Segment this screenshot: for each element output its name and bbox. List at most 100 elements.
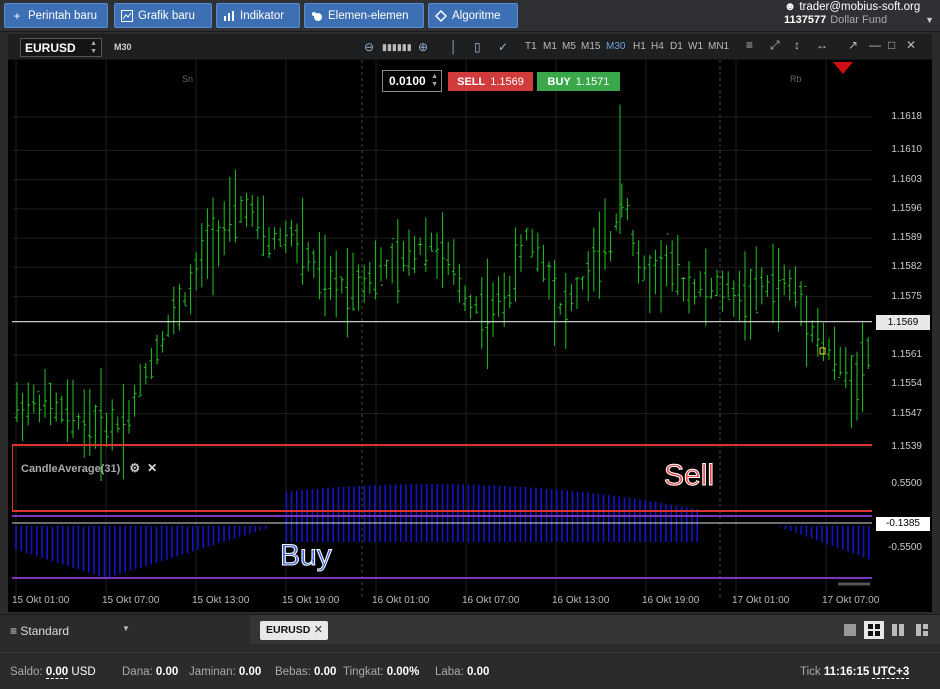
indicator-tick-label: -0.5500: [888, 542, 922, 553]
menu-icon: ≡: [10, 624, 18, 638]
tf-mn1[interactable]: MN1: [708, 41, 729, 52]
time-tick-label: 16 Okt 01:00: [372, 595, 430, 606]
chart-plot[interactable]: [12, 60, 872, 600]
close-icon[interactable]: ✕: [314, 623, 323, 636]
chart-icon: [121, 9, 133, 22]
vertical-line-icon[interactable]: ↕: [794, 38, 800, 52]
tf-d1[interactable]: D1: [670, 41, 683, 52]
shapes-icon: [311, 10, 323, 22]
zoom-in-icon[interactable]: ⊕: [418, 40, 428, 54]
tf-t1[interactable]: T1: [525, 41, 537, 52]
close-icon[interactable]: ✕: [147, 461, 157, 475]
elements-label: Elemen-elemen: [328, 9, 409, 22]
line-chart-type-icon[interactable]: ✓: [498, 40, 508, 54]
price-tick-label: 1.1603: [891, 173, 922, 185]
bar-chart-type-icon[interactable]: │: [450, 40, 458, 54]
candle-chart-type-icon[interactable]: ▯: [474, 40, 481, 54]
timeframe-badge: M30: [114, 42, 132, 52]
price-tick-label: 1.1575: [891, 290, 922, 302]
sell-annotation: Sell: [663, 459, 715, 493]
algorithm-button[interactable]: Algoritme: [428, 3, 518, 28]
time-tick-label: 15 Okt 07:00: [102, 595, 160, 606]
dana-field: Dana: 0.00: [122, 666, 179, 678]
maximize-icon[interactable]: □: [888, 38, 895, 52]
spinner-icon: ▲ ▼: [90, 40, 97, 55]
chevron-down-icon: ▼: [122, 624, 130, 633]
price-axis[interactable]: 1.1618 1.1610 1.1603 1.1596 1.1589 1.1582 1.15…: [872, 60, 932, 600]
time-tick-label: 17 Okt 01:00: [732, 595, 790, 606]
new-chart-button[interactable]: Grafik baru: [114, 3, 212, 28]
tf-m15[interactable]: M15: [581, 41, 600, 52]
buy-button[interactable]: BUY 1.1571: [537, 72, 620, 91]
gear-icon[interactable]: ⚙: [129, 461, 140, 475]
bebas-field: Bebas: 0.00: [275, 666, 337, 678]
account-menu[interactable]: ☻ trader@mobius-soft.org 1137577 Dollar F…: [784, 1, 934, 26]
tf-m1[interactable]: M1: [543, 41, 557, 52]
new-chart-label: Grafik baru: [138, 9, 195, 22]
arrange-icon[interactable]: ≡: [746, 38, 753, 52]
layout-single-icon[interactable]: [840, 621, 860, 639]
tf-w1[interactable]: W1: [688, 41, 703, 52]
sell-button[interactable]: SELL 1.1569: [448, 72, 533, 91]
tf-m30[interactable]: M30: [606, 41, 625, 52]
tf-m5[interactable]: M5: [562, 41, 576, 52]
account-number: 1137577 Dollar Fund ▼: [784, 14, 934, 26]
time-tick-label: 17 Okt 07:00: [822, 595, 880, 606]
indicator-value-badge: -0.1385: [876, 517, 930, 531]
price-tick-label: 1.1610: [891, 144, 922, 156]
main-toolbar: + Perintah baru Grafik baru Indikator El…: [0, 0, 940, 32]
time-tick-label: 15 Okt 13:00: [192, 595, 250, 606]
new-order-label: Perintah baru: [28, 9, 98, 22]
plus-icon: +: [13, 8, 21, 23]
diamond-icon: [435, 9, 447, 22]
price-tick-label: 1.1547: [891, 407, 922, 419]
time-tick-label: 16 Okt 19:00: [642, 595, 700, 606]
price-tick-label: 1.1596: [891, 202, 922, 214]
layout-grid-icon[interactable]: [864, 621, 884, 639]
buy-annotation: Buy: [280, 539, 333, 573]
current-price-badge: 1.1569: [876, 314, 930, 330]
laba-field: Laba: 0.00: [435, 666, 490, 678]
zoom-out-icon[interactable]: ⊖: [364, 40, 374, 54]
chart-toolbar: EURUSD ▲ ▼ M30 ⊖ ▮▮▮▮▮▮ ⊕ │ ▯ ✓ T1 M1 M5 …: [8, 34, 932, 60]
clock: Tick 11:16:15 UTC+3: [800, 666, 910, 679]
layout-columns-icon[interactable]: [888, 621, 908, 639]
minimize-icon[interactable]: —: [869, 38, 881, 52]
saldo-field: Saldo: 0.00 USD: [10, 666, 96, 679]
price-tick-label: 1.1589: [891, 232, 922, 244]
indicator-tick-label: 0.5500: [891, 478, 922, 489]
layout-mixed-icon[interactable]: [912, 621, 932, 639]
bars-icon: [223, 10, 235, 22]
status-bar: Saldo: 0.00 USD Dana: 0.00 Jaminan: 0.00…: [0, 652, 940, 689]
tab-eurusd[interactable]: EURUSD ✕: [260, 621, 328, 640]
elements-button[interactable]: Elemen-elemen: [304, 3, 424, 28]
price-tick-label: 1.1554: [891, 378, 922, 390]
tf-h1[interactable]: H1: [633, 41, 646, 52]
popout-icon[interactable]: ↗: [848, 38, 858, 52]
lot-size-input[interactable]: 0.0100 ▲ ▼: [382, 70, 442, 92]
close-icon[interactable]: ✕: [906, 38, 916, 52]
tabs-bar: ≡ Standard ▼ EURUSD ✕: [0, 614, 940, 645]
user-icon: ☻: [784, 1, 797, 13]
price-tick-label: 1.1561: [891, 349, 922, 361]
timezone-selector[interactable]: UTC+3: [872, 666, 910, 679]
trading-terminal: + Perintah baru Grafik baru Indikator El…: [0, 0, 940, 689]
spinner-icon: ▲ ▼: [431, 73, 438, 88]
new-order-button[interactable]: + Perintah baru: [4, 3, 108, 28]
price-tick-label: 1.1539: [891, 441, 922, 452]
zoom-slider[interactable]: ▮▮▮▮▮▮: [382, 42, 412, 53]
time-tick-label: 16 Okt 13:00: [552, 595, 610, 606]
indicator-button[interactable]: Indikator: [216, 3, 300, 28]
horizontal-line-icon[interactable]: ↔: [816, 38, 828, 52]
tf-h4[interactable]: H4: [651, 41, 664, 52]
alert-triangle-icon[interactable]: [833, 62, 853, 74]
time-tick-label: 16 Okt 07:00: [462, 595, 520, 606]
symbol-selector[interactable]: EURUSD ▲ ▼: [20, 38, 102, 57]
expand-icon[interactable]: ⤢: [770, 38, 780, 53]
time-tick-label: 15 Okt 01:00: [12, 595, 70, 606]
indicator-label: Indikator: [240, 9, 285, 22]
saldo-value[interactable]: 0.00: [45, 666, 69, 679]
workspace-selector[interactable]: ≡ Standard ▼: [0, 615, 250, 645]
chevron-down-icon: ▼: [925, 15, 934, 25]
account-user: ☻ trader@mobius-soft.org: [784, 1, 921, 13]
